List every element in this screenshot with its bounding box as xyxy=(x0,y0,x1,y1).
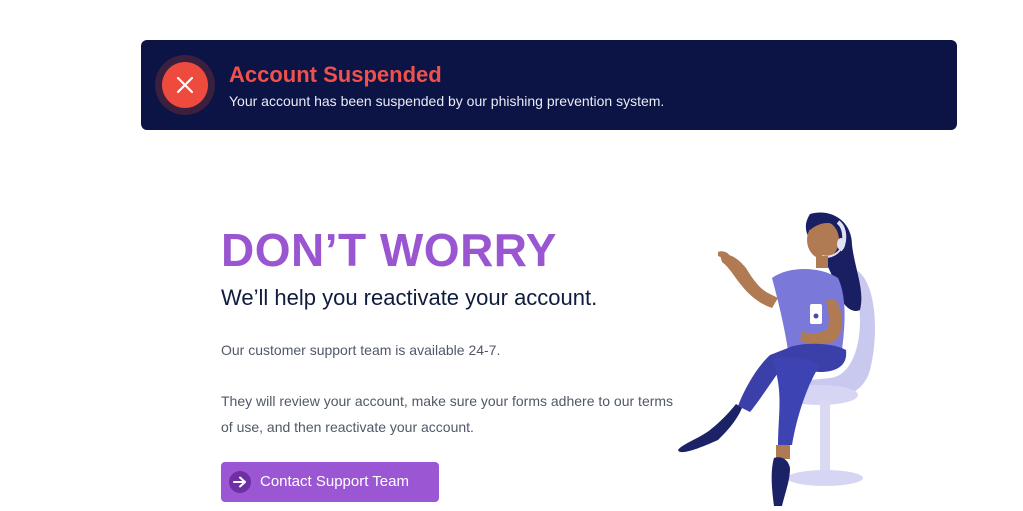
suspension-banner: Account Suspended Your account has been … xyxy=(141,40,957,130)
close-icon xyxy=(162,62,208,108)
support-availability-text: Our customer support team is available 2… xyxy=(221,342,501,358)
banner-message: Your account has been suspended by our p… xyxy=(229,93,665,109)
review-process-text: They will review your account, make sure… xyxy=(221,393,674,435)
page-headline: DON’T WORRY xyxy=(221,224,557,276)
banner-title: Account Suspended xyxy=(229,62,442,87)
error-icon-ring xyxy=(155,55,215,115)
contact-support-button[interactable]: Contact Support Team xyxy=(221,462,439,502)
contact-support-label: Contact Support Team xyxy=(260,473,409,490)
page: Account Suspended Your account has been … xyxy=(0,0,1023,511)
arrow-right-icon xyxy=(229,471,251,493)
page-subheadline: We’ll help you reactivate your account. xyxy=(221,285,598,310)
support-agent-illustration xyxy=(678,212,876,506)
